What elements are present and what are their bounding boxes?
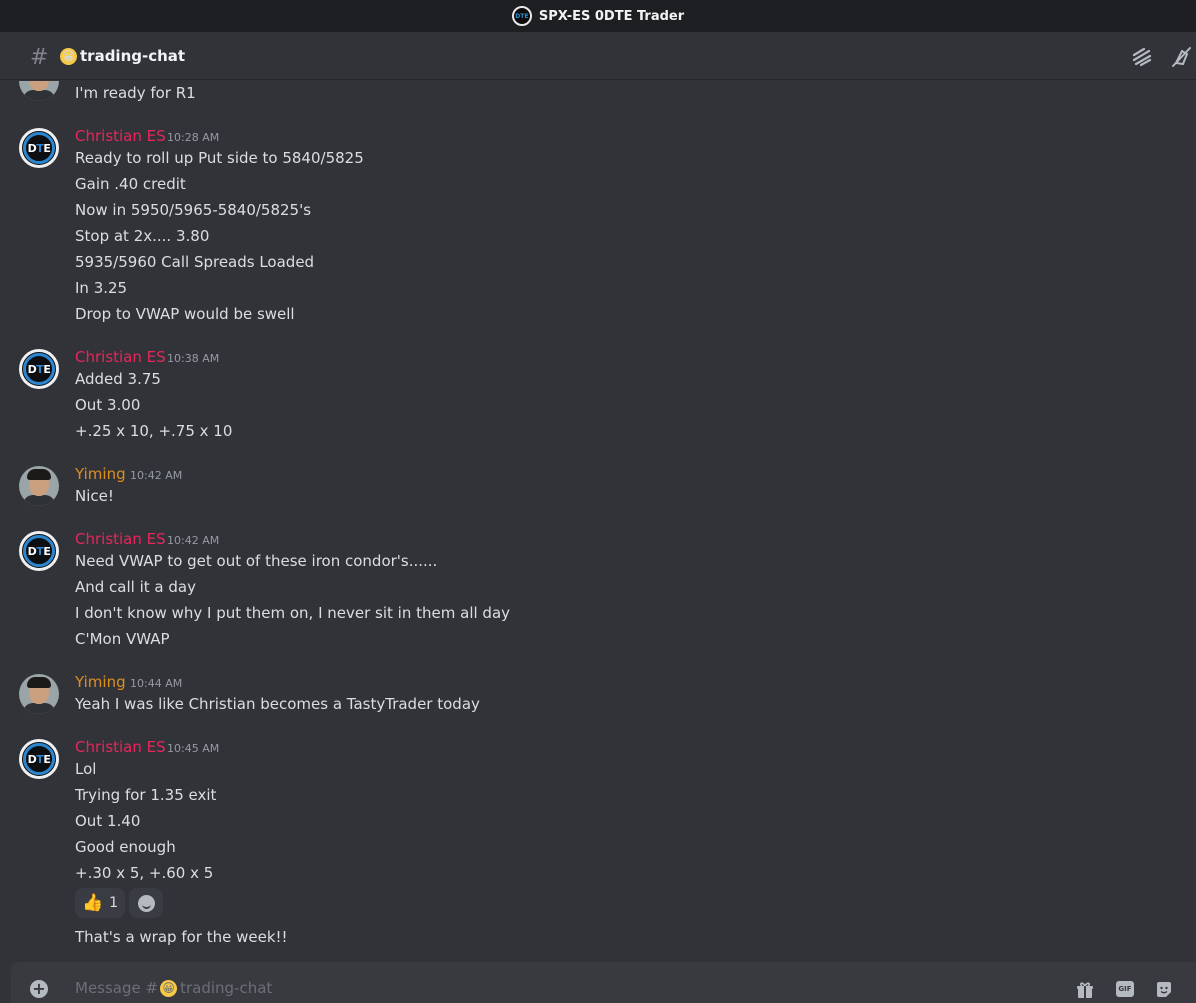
avatar[interactable]: DTE	[19, 349, 59, 389]
message-line: Good enough	[75, 838, 176, 856]
channel-emoji: 😀	[60, 48, 77, 65]
avatar[interactable]: DTE	[19, 739, 59, 779]
message-line: Drop to VWAP would be swell	[75, 305, 295, 323]
message-line: +.30 x 5, +.60 x 5	[75, 864, 214, 882]
sticker-icon[interactable]	[1155, 981, 1173, 999]
thumbs-up-reaction[interactable]: 👍 1	[75, 888, 126, 918]
smiley-icon	[137, 894, 155, 912]
message-line: Gain .40 credit	[75, 175, 186, 193]
message-line: I'm ready for R1	[75, 84, 196, 102]
placeholder-prefix: Message #	[75, 979, 159, 997]
message-timestamp: 10:44 AM	[130, 677, 183, 690]
message-line: I don't know why I put them on, I never …	[75, 604, 511, 622]
message-line: Stop at 2x.... 3.80	[75, 227, 210, 245]
add-reaction-button[interactable]	[129, 888, 164, 918]
message-line: Out 3.00	[75, 396, 141, 414]
message-line: That's a wrap for the week!!	[75, 928, 288, 946]
message-line: And call it a day	[75, 578, 196, 596]
message-author[interactable]: Yiming	[75, 673, 126, 691]
window-title: SPX-ES 0DTE Trader	[538, 8, 685, 24]
message-line: C'Mon VWAP	[75, 630, 170, 648]
server-icon: DTE	[511, 6, 532, 26]
reaction-count: 1	[109, 895, 119, 911]
message-composer[interactable]: + Message # 😀 trading-chat GIF	[11, 962, 1196, 1003]
message-line: Lol	[75, 760, 97, 778]
message-input-placeholder[interactable]: Message # 😀 trading-chat	[75, 979, 272, 997]
placeholder-channel: trading-chat	[180, 979, 273, 997]
reaction-bar: 👍 1	[75, 888, 164, 918]
threads-icon[interactable]	[1131, 46, 1153, 68]
message-timestamp: 10:28 AM	[167, 131, 220, 144]
gift-icon[interactable]	[1076, 981, 1094, 999]
avatar[interactable]: DTE	[19, 128, 59, 168]
message-line: Nice!	[75, 487, 114, 505]
message-line: Added 3.75	[75, 370, 161, 388]
message-author[interactable]: Yiming	[75, 465, 126, 483]
thumbs-up-icon: 👍	[82, 893, 104, 913]
message-line: 5935/5960 Call Spreads Loaded	[75, 253, 315, 271]
message-line: Trying for 1.35 exit	[75, 786, 217, 804]
message-line: Now in 5950/5965-5840/5825's	[75, 201, 312, 219]
channel-header: # 😀 trading-chat	[0, 32, 1196, 80]
message-line: Yeah I was like Christian becomes a Tast…	[75, 695, 480, 713]
avatar[interactable]	[19, 466, 59, 506]
message-line: +.25 x 10, +.75 x 10	[75, 422, 233, 440]
message-author[interactable]: Christian ES	[75, 738, 166, 756]
hash-icon: #	[30, 45, 49, 70]
message-author[interactable]: Christian ES	[75, 127, 166, 145]
message-list: I'm ready for R1 DTE Christian ES 10:28 …	[0, 81, 1196, 961]
message-author[interactable]: Christian ES	[75, 530, 166, 548]
message-timestamp: 10:45 AM	[167, 742, 220, 755]
channel-emoji: 😀	[160, 979, 178, 997]
avatar[interactable]	[19, 81, 59, 101]
notifications-off-icon[interactable]	[1170, 46, 1192, 68]
message-author[interactable]: Christian ES	[75, 348, 166, 366]
message-line: In 3.25	[75, 279, 128, 297]
channel-name: trading-chat	[80, 47, 186, 65]
window-titlebar: DTE SPX-ES 0DTE Trader	[0, 0, 1196, 32]
add-attachment-button[interactable]: +	[30, 980, 48, 998]
message-line: Ready to roll up Put side to 5840/5825	[75, 149, 364, 167]
gif-button[interactable]: GIF	[1116, 981, 1134, 997]
message-timestamp: 10:42 AM	[167, 534, 220, 547]
message-line: Need VWAP to get out of these iron condo…	[75, 552, 438, 570]
avatar[interactable]: DTE	[19, 531, 59, 571]
message-line: Out 1.40	[75, 812, 141, 830]
message-timestamp: 10:42 AM	[130, 469, 183, 482]
avatar[interactable]	[19, 674, 59, 714]
message-timestamp: 10:38 AM	[167, 352, 220, 365]
